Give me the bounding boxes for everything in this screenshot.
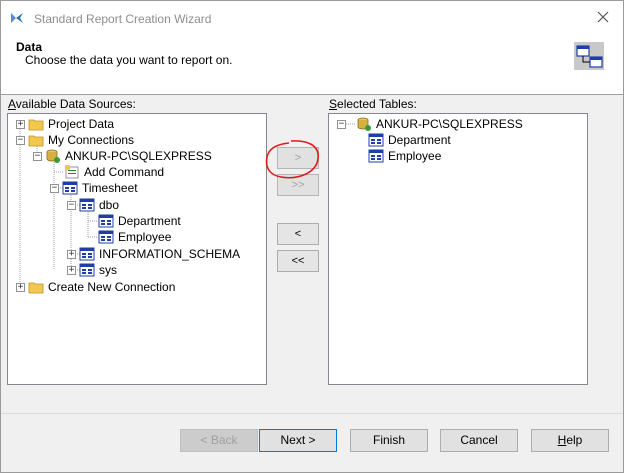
tree-item-employee[interactable]: Employee: [98, 229, 171, 245]
expand-information-schema[interactable]: +: [67, 250, 76, 259]
add-command-icon: [65, 165, 79, 179]
collapse-server[interactable]: −: [33, 152, 42, 161]
page-title: Data: [16, 40, 43, 54]
tree-item-timesheet[interactable]: Timesheet: [62, 180, 138, 196]
tree-item-label: Employee: [118, 230, 172, 244]
footer-separator: [1, 413, 623, 414]
tree-item-selected-employee[interactable]: Employee: [368, 148, 441, 164]
tree-item-add-command[interactable]: Add Command: [64, 164, 164, 180]
database-server-icon: [357, 117, 371, 131]
add-table-button[interactable]: >: [277, 147, 319, 169]
add-all-tables-button[interactable]: >>: [277, 174, 319, 196]
tree-item-label: Project Data: [48, 117, 115, 131]
selected-tables-label: Selected Tables:: [329, 97, 417, 111]
tree-item-label: Create New Connection: [48, 280, 176, 294]
remove-all-tables-button[interactable]: <<: [277, 250, 319, 272]
expand-create-new-connection[interactable]: +: [16, 283, 25, 292]
folder-icon: [28, 119, 44, 131]
tree-item-create-new-connection[interactable]: Create New Connection: [28, 279, 175, 295]
next-button[interactable]: Next >: [259, 429, 337, 452]
window-title: Standard Report Creation Wizard: [34, 12, 212, 26]
available-data-sources-label: Available Data Sources:: [8, 97, 136, 111]
tree-item-label: Department: [118, 214, 181, 228]
page-header: Data Choose the data you want to report …: [1, 35, 623, 95]
expand-project-data[interactable]: +: [16, 120, 25, 129]
available-data-sources-tree[interactable]: + Project Data − My Connections − ANKUR-…: [7, 113, 267, 385]
crystal-reports-icon: [11, 13, 23, 23]
help-button[interactable]: Help: [531, 429, 609, 452]
tree-item-label: Timesheet: [82, 181, 138, 195]
folder-icon: [28, 282, 44, 294]
table-icon: [98, 230, 114, 244]
tree-item-label: Employee: [388, 149, 442, 163]
tree-item-my-connections[interactable]: My Connections: [28, 132, 134, 148]
schema-icon: [79, 263, 95, 277]
tree-item-information-schema[interactable]: INFORMATION_SCHEMA: [79, 246, 240, 262]
tree-item-label: ANKUR-PC\SQLEXPRESS: [65, 149, 212, 163]
tree-item-dbo[interactable]: dbo: [79, 197, 119, 213]
tree-item-selected-department[interactable]: Department: [368, 132, 451, 148]
tree-item-department[interactable]: Department: [98, 213, 181, 229]
data-tables-icon: [574, 42, 604, 70]
tree-item-selected-server[interactable]: ANKUR-PC\SQLEXPRESS: [356, 116, 523, 132]
table-icon: [368, 149, 384, 163]
tree-item-project-data[interactable]: Project Data: [28, 116, 114, 132]
table-icon: [98, 214, 114, 228]
tree-item-label: Add Command: [84, 165, 165, 179]
tree-item-sys[interactable]: sys: [79, 262, 117, 278]
back-button[interactable]: < Back: [180, 429, 258, 452]
table-icon: [368, 133, 384, 147]
close-icon[interactable]: [595, 9, 611, 25]
tree-item-label: INFORMATION_SCHEMA: [99, 247, 241, 261]
collapse-timesheet[interactable]: −: [50, 184, 59, 193]
collapse-selected-server[interactable]: −: [337, 120, 346, 129]
remove-table-button[interactable]: <: [277, 223, 319, 245]
tree-item-label: dbo: [99, 198, 120, 212]
schema-icon: [79, 247, 95, 261]
wizard-window: Standard Report Creation Wizard Data Cho…: [0, 0, 624, 473]
expand-sys[interactable]: +: [67, 266, 76, 275]
tree-item-label: ANKUR-PC\SQLEXPRESS: [376, 117, 523, 131]
schema-icon: [79, 198, 95, 212]
collapse-my-connections[interactable]: −: [16, 136, 25, 145]
selected-tables-tree[interactable]: − ANKUR-PC\SQLEXPRESS Department Employe…: [328, 113, 588, 385]
page-description: Choose the data you want to report on.: [25, 53, 233, 67]
title-bar: Standard Report Creation Wizard: [1, 1, 623, 35]
folder-open-icon: [28, 135, 44, 147]
database-server-icon: [46, 149, 60, 163]
tree-item-label: sys: [99, 263, 117, 277]
collapse-dbo[interactable]: −: [67, 201, 76, 210]
tree-item-label: My Connections: [48, 133, 135, 147]
cancel-button[interactable]: Cancel: [440, 429, 518, 452]
finish-button[interactable]: Finish: [350, 429, 428, 452]
tree-item-server[interactable]: ANKUR-PC\SQLEXPRESS: [45, 148, 212, 164]
database-icon: [62, 181, 78, 195]
tree-item-label: Department: [388, 133, 451, 147]
